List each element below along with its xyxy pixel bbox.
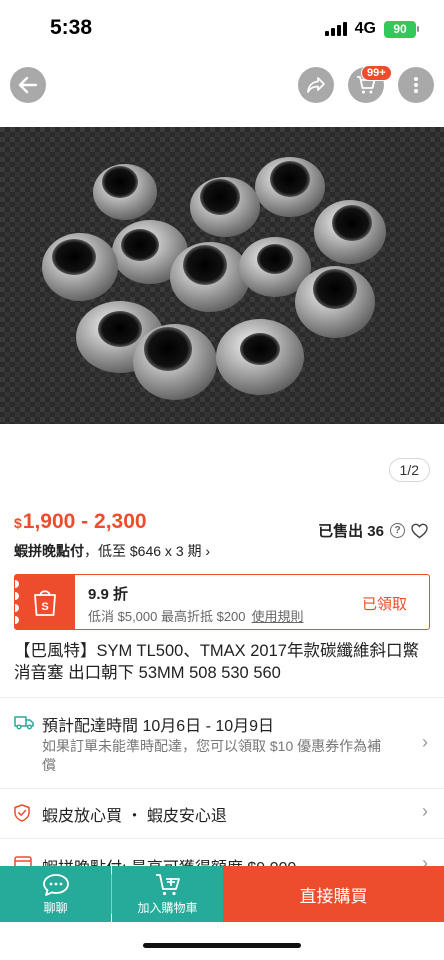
help-icon[interactable]: ? <box>390 523 405 538</box>
voucher-conditions: 低消 $5,000 最高折抵 $200 使用規則 <box>88 606 304 625</box>
voucher-discount: 9.9 折 <box>88 586 129 603</box>
cart-count-badge: 99+ <box>361 65 392 81</box>
voucher-badge: S <box>11 575 75 629</box>
price-currency: $ <box>14 515 22 531</box>
more-options-button[interactable] <box>398 67 434 103</box>
guarantee-text: 蝦皮放心買 ・ 蝦皮安心退 <box>42 808 227 825</box>
divider <box>0 838 444 839</box>
status-time: 5:38 <box>50 16 93 39</box>
installment-info[interactable]: 蝦拼晚點付，低至 $646 x 3 期 › <box>14 541 210 561</box>
share-button[interactable] <box>298 67 334 103</box>
product-title: 【巴風特】SYM TL500、TMAX 2017年款碳纖維斜口鱉消音塞 出口朝下… <box>14 642 419 682</box>
chat-icon <box>42 873 69 896</box>
guarantee-row[interactable]: 蝦皮放心買 ・ 蝦皮安心退 › <box>0 789 444 837</box>
voucher-conditions-text: 低消 $5,000 最高折抵 $200 <box>88 609 246 624</box>
delivery-guarantee-note: 如果訂單未能準時配達，您可以領取 $10 優惠券作為補償 <box>42 738 382 773</box>
heart-icon[interactable] <box>411 523 428 539</box>
gallery-footer: 1/2 <box>0 424 444 488</box>
chevron-right-icon: › <box>422 732 428 752</box>
home-indicator[interactable] <box>143 943 301 948</box>
chat-label: 聊聊 <box>43 900 68 915</box>
price-section: $1,900 - 2,300 已售出 36 ? 蝦拼晚點付，低至 $646 x … <box>14 510 434 568</box>
more-vertical-icon <box>414 77 418 93</box>
add-to-cart-icon <box>155 873 180 895</box>
shield-icon <box>14 804 30 822</box>
battery-icon: 90 <box>384 20 419 38</box>
chat-button[interactable]: 聊聊 <box>0 866 111 922</box>
signal-icon <box>324 22 347 36</box>
installment-text: ，低至 $646 x 3 期 › <box>84 543 211 559</box>
product-image[interactable] <box>0 127 444 424</box>
top-nav: 99+ <box>0 60 444 124</box>
battery-level: 90 <box>393 22 407 36</box>
price-range: $1,900 - 2,300 <box>14 510 147 534</box>
buy-now-label: 直接購買 <box>299 886 368 906</box>
delivery-estimate: 預計配達時間 10月6日 - 10月9日 <box>42 718 275 735</box>
voucher-rules-link[interactable]: 使用規則 <box>252 609 304 624</box>
image-page-counter: 1/2 <box>388 458 430 482</box>
svg-text:S: S <box>41 601 48 613</box>
back-button[interactable] <box>10 67 46 103</box>
status-bar: 5:38 4G 90 <box>0 0 444 60</box>
shopee-bag-icon: S <box>11 580 56 624</box>
home-indicator-area <box>0 922 444 960</box>
truck-icon <box>14 716 34 730</box>
delivery-row[interactable]: 預計配達時間 10月6日 - 10月9日 如果訂單未能準時配達，您可以領取 $1… <box>0 706 444 784</box>
sold-count: 已售出 36 ? <box>318 520 428 541</box>
add-to-cart-button[interactable]: 加入購物車 <box>112 866 223 922</box>
chevron-right-icon: › <box>422 801 428 821</box>
sold-label: 已售出 36 <box>318 523 384 540</box>
add-to-cart-label: 加入購物車 <box>137 900 198 915</box>
voucher-claimed-status: 已領取 <box>361 596 407 613</box>
voucher-card[interactable]: S 9.9 折 低消 $5,000 最高折抵 $200 使用規則 已領取 <box>11 574 430 630</box>
price-value: 1,900 - 2,300 <box>22 510 147 533</box>
share-icon <box>307 77 325 93</box>
back-arrow-icon <box>18 76 38 94</box>
network-type: 4G <box>354 20 376 37</box>
divider <box>0 697 444 698</box>
status-indicators: 4G 90 <box>324 20 419 38</box>
installment-brand: 蝦拼晚點付 <box>14 543 84 559</box>
bottom-action-bar: 聊聊 加入購物車 直接購買 <box>0 866 444 922</box>
buy-now-button[interactable]: 直接購買 <box>223 866 444 922</box>
